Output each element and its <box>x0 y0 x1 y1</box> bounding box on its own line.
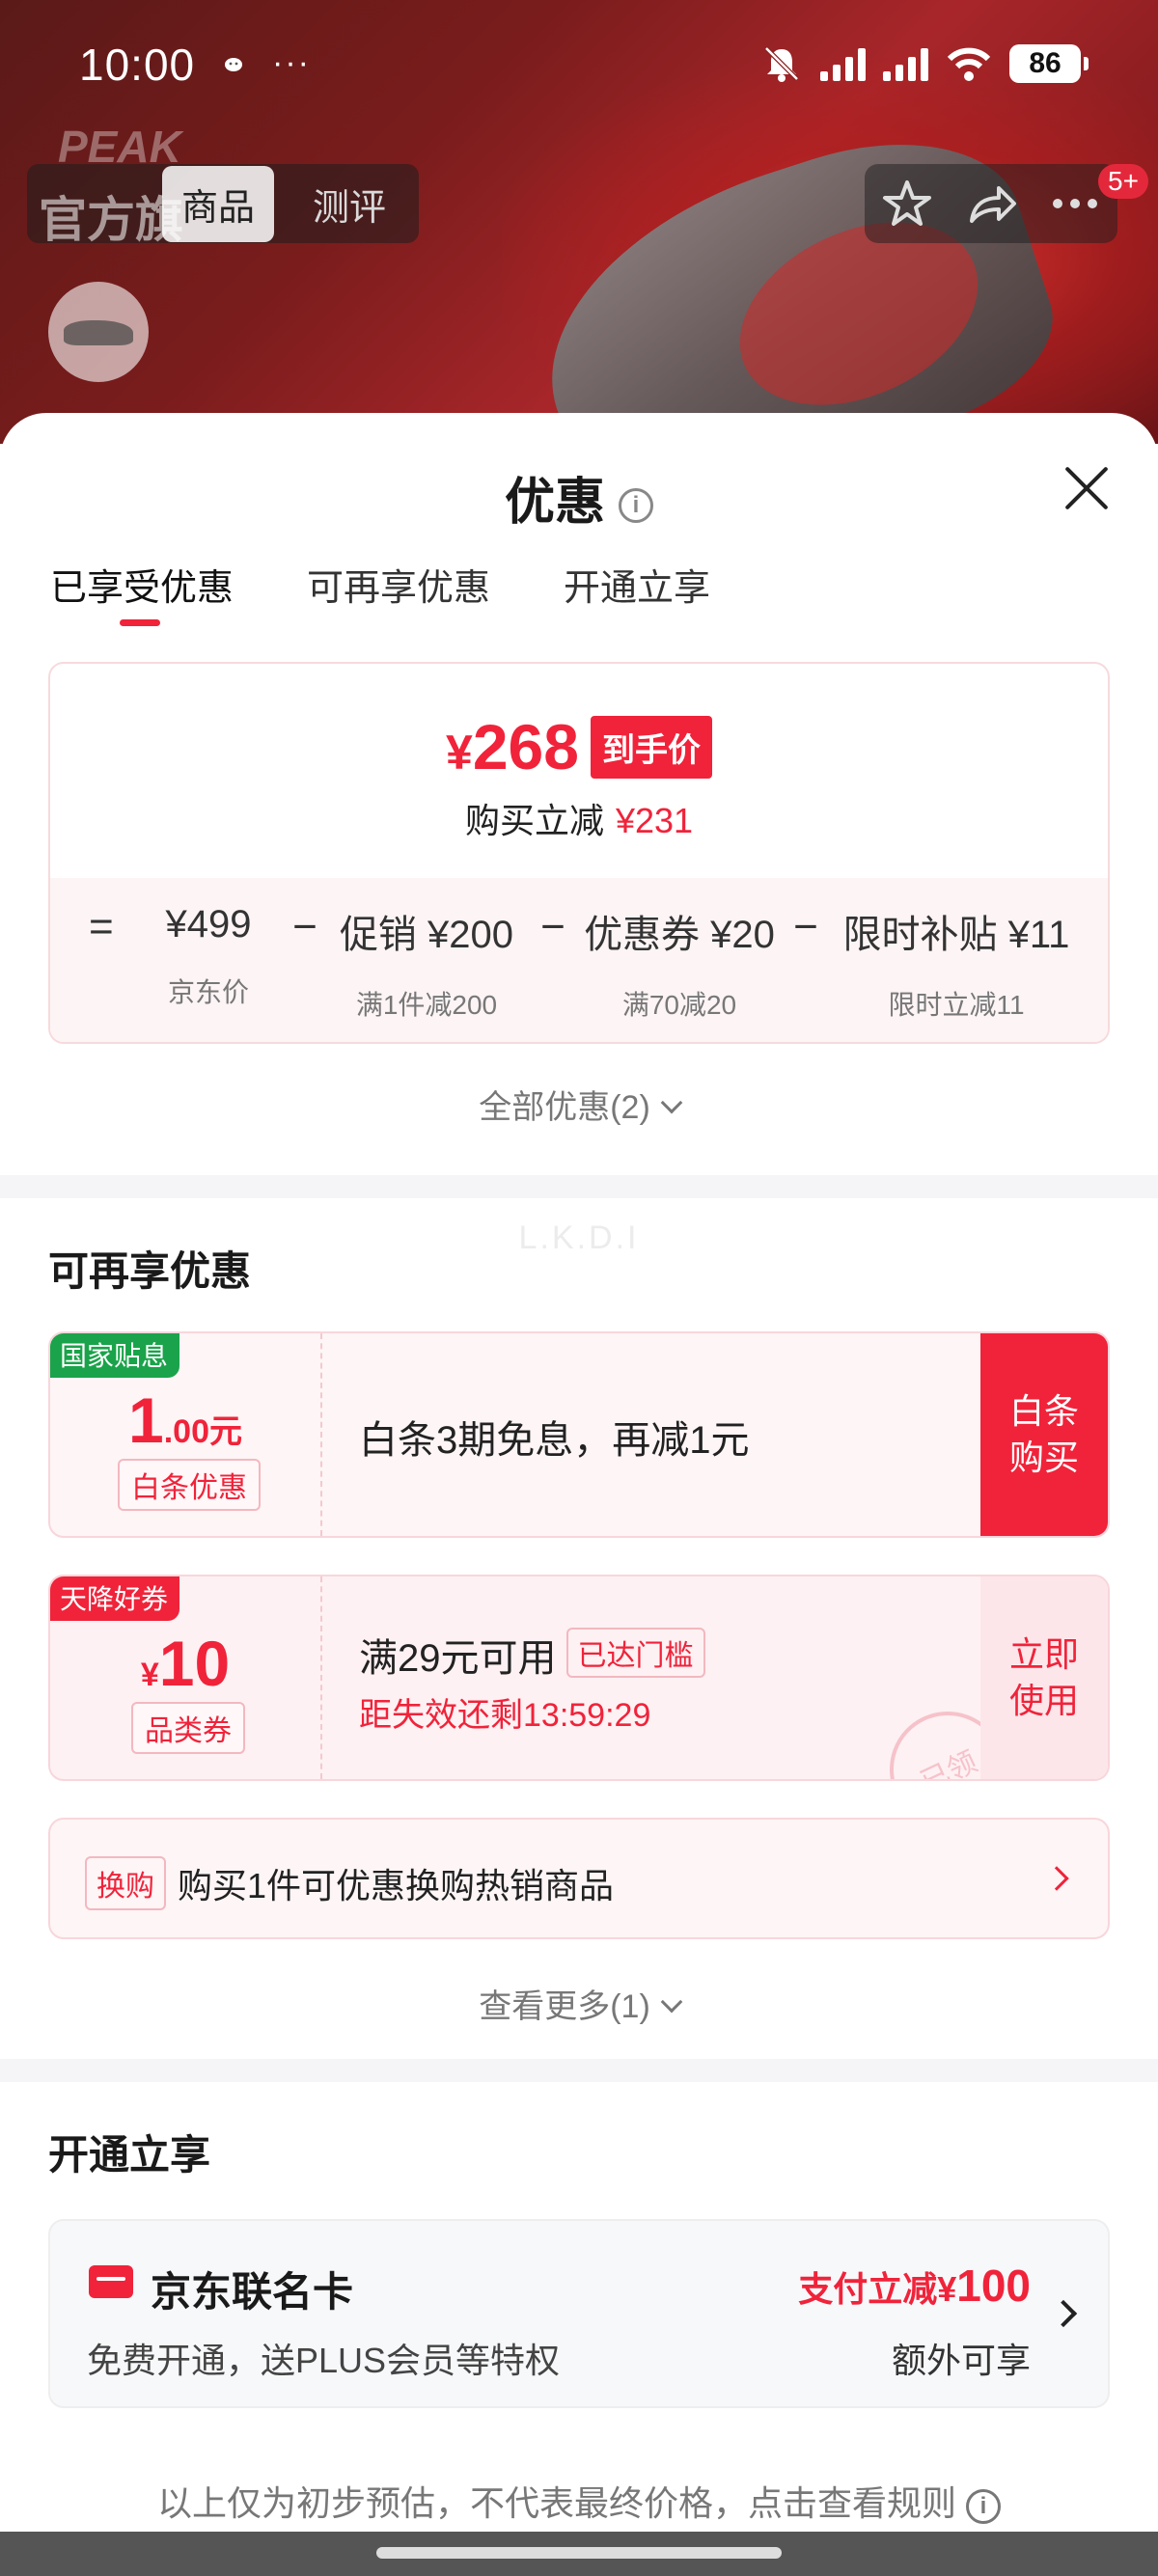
rules-note[interactable]: 以上仅为初步预估，不代表最终价格，点击查看规则 i <box>0 2476 1158 2526</box>
chevron-down-icon <box>660 1091 683 1114</box>
store-name: 官方旗 <box>39 193 183 247</box>
sky-coupon-badge: 天降好券 <box>50 1576 180 1621</box>
battery-indicator: 86 <box>1009 44 1089 83</box>
total-reduction: 购买立减 ¥231 <box>50 793 1108 843</box>
share-icon[interactable] <box>964 177 1018 231</box>
reduction-label: 购买立减 <box>464 801 604 840</box>
header-actions <box>865 164 1117 243</box>
formula-item-promo: 促销 ¥200 满1件减200 <box>339 914 514 1020</box>
card-benefit: 免费开通，送PLUS会员等特权 <box>87 2341 561 2380</box>
signal-icon-1 <box>820 46 866 81</box>
price-formula: = ¥499 京东价 − 促销 ¥200 满1件减200 − 优惠券 ¥20 满… <box>50 878 1108 1042</box>
price-summary-card: ¥268 到手价 购买立减 ¥231 = ¥499 京东价 − 促销 ¥200 满1… <box>48 662 1110 1044</box>
baitiao-buy-button[interactable]: 白条购买 <box>980 1333 1108 1536</box>
section-divider <box>0 1175 1158 1198</box>
credit-card-icon <box>89 2265 133 2298</box>
jd-cobrand-card[interactable]: 京东联名卡 免费开通，送PLUS会员等特权 支付立减¥100 额外可享 <box>48 2219 1110 2408</box>
card-extra: 额外可享 <box>891 2341 1031 2380</box>
close-icon[interactable] <box>1058 459 1116 517</box>
formula-item-coupon: 优惠券 ¥20 满70减20 <box>584 914 775 1020</box>
category-coupon: ¥10 品类券 天降好券 满29元可用 已达门槛 距失效还剩13:59:29 已领… <box>48 1575 1110 1781</box>
chevron-down-icon <box>660 1990 683 2014</box>
chevron-right-icon <box>1044 1866 1069 1891</box>
coupon-countdown: 距失效还剩13:59:29 <box>359 1697 651 1734</box>
national-subsidy-badge: 国家贴息 <box>50 1333 180 1378</box>
formula-item-subsidy: 限时补贴 ¥11 限时立减11 <box>842 914 1070 1020</box>
shoe-thumbnail[interactable] <box>48 282 149 382</box>
minus-sign: − <box>540 903 565 950</box>
mute-bell-icon <box>764 46 799 82</box>
chevron-right-icon <box>1049 2299 1078 2328</box>
minus-sign: − <box>793 903 818 950</box>
sheet-title: 优惠 i <box>0 461 1158 534</box>
final-price: ¥268 <box>446 711 579 782</box>
promo-tabs: 已享受优惠 可再享优惠 开通立享 <box>50 558 710 626</box>
tab-more-available[interactable]: 可再享优惠 <box>307 558 490 611</box>
minus-sign: − <box>292 903 317 950</box>
all-promotions-link[interactable]: 全部优惠(2) <box>0 1081 1158 1128</box>
tab-activate[interactable]: 开通立享 <box>564 558 710 611</box>
see-more-link[interactable]: 查看更多(1) <box>0 1980 1158 2027</box>
swap-tag: 换购 <box>85 1856 166 1910</box>
tab-reviews[interactable]: 测评 <box>293 166 405 242</box>
final-price-tag: 到手价 <box>590 715 712 779</box>
coupon-amount: 1.00元 <box>128 1384 242 1456</box>
signal-icon-2 <box>883 46 928 81</box>
card-pay-discount: 支付立减¥100 <box>798 2261 1031 2311</box>
wechat-icon <box>225 58 242 71</box>
equals-sign: = <box>89 903 114 950</box>
coupon-type-tag: 白条优惠 <box>118 1459 261 1511</box>
use-now-button[interactable]: 立即使用 <box>980 1576 1108 1779</box>
wifi-icon <box>947 47 991 81</box>
info-icon: i <box>966 2489 1001 2524</box>
threshold-reached-tag: 已达门槛 <box>565 1628 705 1678</box>
status-right-group: 86 <box>760 44 1089 83</box>
reduction-value: ¥231 <box>615 801 694 840</box>
formula-item-jd-price: ¥499 京东价 <box>165 903 252 1007</box>
coupon-type-tag: 品类券 <box>131 1702 245 1754</box>
home-indicator[interactable] <box>376 2547 782 2559</box>
status-more-icon: ··· <box>272 44 311 81</box>
swap-text: 购买1件可优惠换购热销商品 <box>178 1866 615 1905</box>
final-price-line: ¥268 到手价 <box>50 710 1108 783</box>
activate-section-title: 开通立享 <box>48 2132 211 2178</box>
tab-enjoyed[interactable]: 已享受优惠 <box>50 558 234 626</box>
sheet-title-text: 优惠 <box>504 475 605 531</box>
coupon-amount: ¥10 <box>140 1628 231 1699</box>
baitiao-coupon: 1.00元 白条优惠 国家贴息 白条3期免息，再减1元 白条购买 <box>48 1331 1110 1538</box>
favorite-star-icon[interactable] <box>880 177 934 231</box>
coupon-threshold: 满29元可用 已达门槛 <box>359 1627 705 1683</box>
final-price-area: ¥268 到手价 购买立减 ¥231 <box>50 664 1108 878</box>
notification-badge: 5+ <box>1098 164 1148 199</box>
status-time: 10:00 <box>79 40 196 90</box>
swap-purchase-row[interactable]: 换购 购买1件可优惠换购热销商品 <box>48 1818 1110 1939</box>
section-divider <box>0 2059 1158 2082</box>
more-options-icon[interactable] <box>1048 177 1102 231</box>
promotions-sheet: 优惠 i 已享受优惠 可再享优惠 开通立享 ¥268 到手价 购买立减 ¥231 = … <box>0 413 1158 2576</box>
coupon-description: 白条3期免息，再减1元 <box>359 1419 750 1462</box>
more-promotions-title: 可再享优惠 <box>48 1248 252 1294</box>
info-icon[interactable]: i <box>619 488 653 524</box>
status-bar: 10:00 ··· 86 <box>0 0 1158 135</box>
card-name: 京东联名卡 <box>151 2269 354 2315</box>
system-nav-bar <box>0 2532 1158 2576</box>
